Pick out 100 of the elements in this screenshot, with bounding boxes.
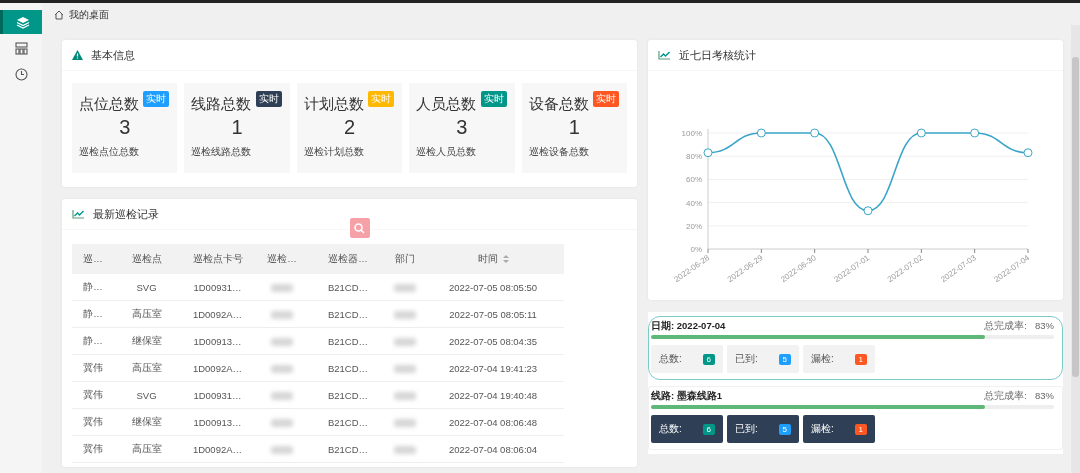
count-badge: 5 [778, 423, 791, 435]
table-cell: 2022-07-04 19:41:23 [448, 362, 538, 374]
blurred-text [271, 338, 293, 346]
data-point [756, 128, 766, 138]
table-cell: 1D00931… [193, 389, 242, 401]
line-chart-icon [658, 50, 671, 60]
card-caption: 巡检设备总数 [528, 145, 589, 159]
search-icon [354, 222, 365, 234]
blurred-text [394, 365, 416, 373]
card-value: 3 [119, 116, 131, 139]
table-cell: 继保室 [131, 415, 162, 427]
table-cell: 1D0092A… [192, 362, 243, 374]
table-cell: B21CD… [327, 416, 369, 428]
table-cell: 2022-07-04 19:40:48 [448, 389, 538, 401]
table-cell: 1D0092A… [192, 443, 243, 455]
table-cell: 2022-07-05 08:05:11 [449, 308, 537, 320]
count-badge: 1 [854, 423, 867, 435]
summary-title: 日期: 2022-07-04 [651, 320, 726, 333]
table-cell: 1D00931… [193, 281, 242, 293]
realtime-badge: 实时 [368, 91, 395, 107]
table-cell: 静… [83, 307, 103, 319]
blurred-text [394, 338, 416, 346]
card-title: 设备总数 [528, 95, 589, 114]
card-caption: 巡检线路总数 [191, 145, 252, 159]
blurred-text [271, 392, 293, 400]
table-cell: 静… [83, 334, 103, 346]
panel-title: 近七日考核统计 [679, 47, 756, 63]
rate-value: 83% [1035, 320, 1054, 333]
table-cell: 冀伟 [83, 442, 103, 454]
stat-label: 漏检: [811, 422, 834, 436]
column-header[interactable]: 巡… [83, 252, 103, 264]
blurred-text [271, 419, 293, 427]
table-cell: 高压室 [131, 307, 162, 319]
rate-value: 83% [1035, 390, 1054, 403]
table-cell: 冀伟 [83, 415, 103, 427]
stat-label: 漏检: [811, 352, 834, 366]
card-caption: 巡检点位总数 [79, 145, 139, 159]
stat-label: 总数: [659, 352, 682, 366]
data-point [970, 128, 980, 138]
stat-label: 已到: [735, 422, 758, 436]
data-point [1023, 148, 1033, 158]
column-header[interactable]: 巡检器… [328, 252, 368, 264]
card-value: 1 [568, 116, 580, 139]
count-badge: 1 [854, 353, 867, 365]
table-cell: SVG [136, 281, 157, 293]
card-caption: 巡检人员总数 [416, 145, 477, 159]
y-tick-label: 0% [690, 245, 702, 254]
table-cell: 1D00913… [193, 335, 242, 347]
table-cell: B21CD… [327, 308, 369, 320]
y-tick-label: 100% [681, 129, 702, 138]
table-cell: B21CD… [327, 389, 369, 401]
table-cell: 高压室 [131, 361, 162, 373]
column-header[interactable]: 巡检点 [131, 252, 162, 264]
sidebar-item[interactable] [0, 10, 42, 34]
card-value: 3 [456, 116, 468, 139]
data-point [863, 206, 873, 216]
search-button[interactable] [349, 218, 370, 238]
table-cell: 高压室 [131, 442, 162, 454]
y-tick-label: 80% [686, 152, 702, 162]
blurred-text [271, 311, 293, 319]
stat-label: 已到: [735, 352, 758, 366]
table-cell: 冀伟 [83, 388, 103, 400]
y-tick-label: 60% [686, 175, 702, 185]
scrollbar[interactable] [1071, 25, 1080, 473]
clock-icon [14, 67, 28, 81]
summary-title: 线路: 墨森线路1 [651, 390, 723, 403]
y-tick-label: 20% [686, 221, 702, 231]
table-cell: 2022-07-05 08:04:35 [448, 335, 538, 347]
rate-label: 总完成率: [984, 390, 1027, 403]
stat-label: 总数: [659, 422, 682, 436]
line-chart-icon [72, 209, 85, 219]
realtime-badge: 实时 [593, 91, 620, 107]
data-point [916, 128, 926, 138]
table-cell: B21CD… [327, 443, 369, 455]
realtime-badge: 实时 [255, 91, 282, 107]
count-badge: 6 [702, 423, 715, 435]
realtime-badge: 实时 [143, 91, 170, 107]
sort-icon[interactable] [502, 255, 509, 263]
table-cell: SVG [136, 389, 157, 401]
home-icon[interactable] [54, 10, 64, 20]
table-cell: 2022-07-05 08:05:50 [448, 281, 538, 293]
blurred-text [271, 284, 293, 292]
breadcrumb[interactable]: 我的桌面 [69, 8, 109, 22]
column-header[interactable]: 时间 [477, 252, 498, 266]
card-value: 1 [231, 116, 243, 139]
data-point [703, 148, 713, 158]
count-badge: 5 [778, 353, 791, 365]
realtime-badge: 实时 [480, 91, 507, 107]
blurred-text [271, 365, 293, 373]
table-cell: B21CD… [327, 362, 369, 374]
table-cell: 冀伟 [83, 361, 103, 373]
blurred-text [394, 392, 416, 400]
layers-icon [15, 15, 30, 29]
blurred-text [271, 446, 293, 454]
warning-icon [72, 50, 83, 60]
card-title: 线路总数 [191, 95, 252, 114]
table-cell: 2022-07-04 08:06:48 [448, 416, 538, 428]
card-title: 计划总数 [303, 95, 364, 114]
card-title: 人员总数 [416, 95, 477, 114]
panel-title: 基本信息 [91, 47, 135, 63]
